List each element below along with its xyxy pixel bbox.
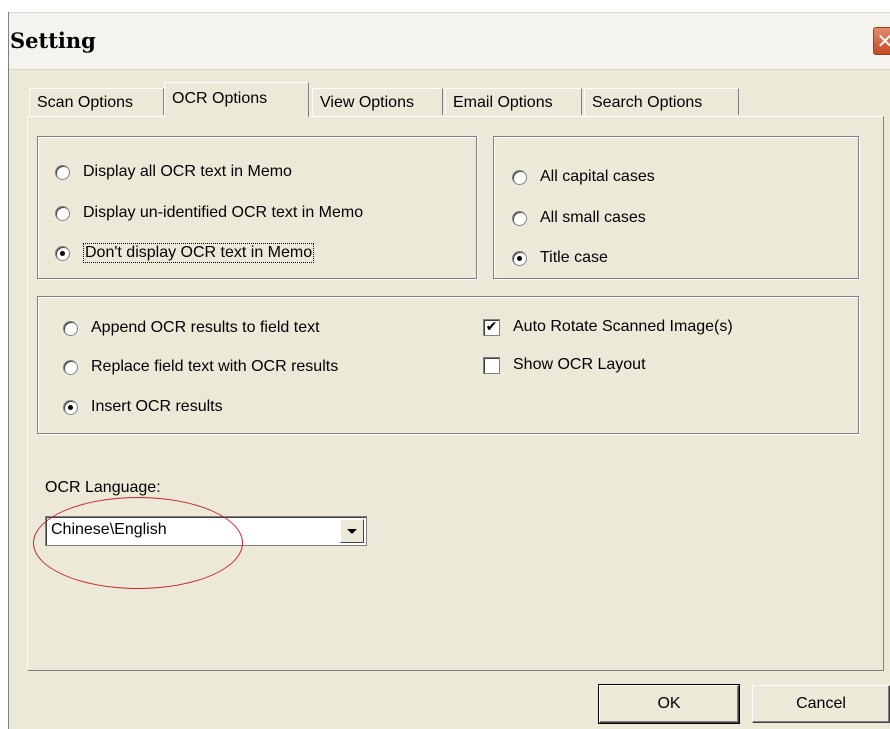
- checkbox-label: Auto Rotate Scanned Image(s): [513, 318, 733, 335]
- dialog-title: Setting: [10, 28, 96, 53]
- radio-label: All small cases: [540, 209, 646, 226]
- ocr-language-select[interactable]: Chinese\English: [45, 516, 367, 546]
- title-bar[interactable]: Setting ✕: [9, 12, 890, 70]
- tab-label: Search Options: [592, 94, 703, 111]
- checkbox-label: Show OCR Layout: [513, 356, 646, 373]
- checkbox[interactable]: [483, 356, 500, 374]
- ocr-language-value: Chinese\English: [51, 521, 167, 538]
- radio-all-capital[interactable]: All capital cases: [512, 165, 655, 189]
- checkbox-show-ocr-layout[interactable]: Show OCR Layout: [483, 353, 646, 377]
- radio-dont-display-ocr[interactable]: Don't display OCR text in Memo: [55, 241, 315, 265]
- tab-search-options[interactable]: Search Options: [584, 88, 739, 115]
- tab-email-options[interactable]: Email Options: [445, 88, 582, 115]
- tab-view-options[interactable]: View Options: [312, 88, 443, 115]
- radio-button[interactable]: [512, 210, 527, 226]
- tab-scan-options[interactable]: Scan Options: [29, 88, 164, 115]
- radio-insert-ocr[interactable]: Insert OCR results: [63, 395, 223, 419]
- radio-button[interactable]: [55, 205, 70, 221]
- radio-label: Display all OCR text in Memo: [83, 163, 292, 180]
- radio-display-unidentified-ocr[interactable]: Display un-identified OCR text in Memo: [55, 201, 363, 225]
- ok-button[interactable]: OK: [598, 684, 740, 724]
- ocr-language-label: OCR Language:: [45, 479, 161, 496]
- radio-replace-field-text[interactable]: Replace field text with OCR results: [63, 355, 338, 379]
- setting-dialog: Setting ✕ Scan Options OCR Options View …: [8, 12, 890, 729]
- close-icon: ✕: [876, 29, 890, 53]
- radio-display-all-ocr[interactable]: Display all OCR text in Memo: [55, 160, 292, 184]
- radio-button[interactable]: [55, 245, 70, 261]
- radio-label: Append OCR results to field text: [91, 319, 320, 336]
- tab-label: View Options: [320, 94, 414, 111]
- radio-label: Display un-identified OCR text in Memo: [83, 204, 364, 221]
- radio-button[interactable]: [512, 169, 527, 185]
- cancel-button[interactable]: Cancel: [752, 685, 890, 723]
- tab-ocr-options[interactable]: OCR Options: [164, 82, 309, 117]
- radio-button[interactable]: [63, 359, 78, 375]
- tab-label: Scan Options: [37, 94, 134, 111]
- radio-label: Replace field text with OCR results: [91, 358, 339, 375]
- radio-label: All capital cases: [540, 168, 655, 185]
- radio-all-small[interactable]: All small cases: [512, 206, 646, 230]
- tab-label: OCR Options: [172, 90, 268, 107]
- checkbox[interactable]: ✔: [483, 318, 500, 336]
- radio-button[interactable]: [512, 250, 527, 266]
- close-button[interactable]: ✕: [873, 27, 890, 55]
- tab-label: Email Options: [453, 94, 553, 111]
- radio-button[interactable]: [63, 399, 78, 415]
- checkbox-auto-rotate[interactable]: ✔ Auto Rotate Scanned Image(s): [483, 315, 733, 339]
- chevron-down-icon[interactable]: [340, 519, 364, 543]
- radio-title-case[interactable]: Title case: [512, 246, 608, 270]
- radio-button[interactable]: [55, 164, 70, 180]
- radio-label: Don't display OCR text in Memo: [83, 243, 315, 263]
- radio-button[interactable]: [63, 320, 78, 336]
- radio-append-ocr[interactable]: Append OCR results to field text: [63, 316, 320, 340]
- radio-label: Title case: [540, 249, 608, 266]
- radio-label: Insert OCR results: [91, 398, 223, 415]
